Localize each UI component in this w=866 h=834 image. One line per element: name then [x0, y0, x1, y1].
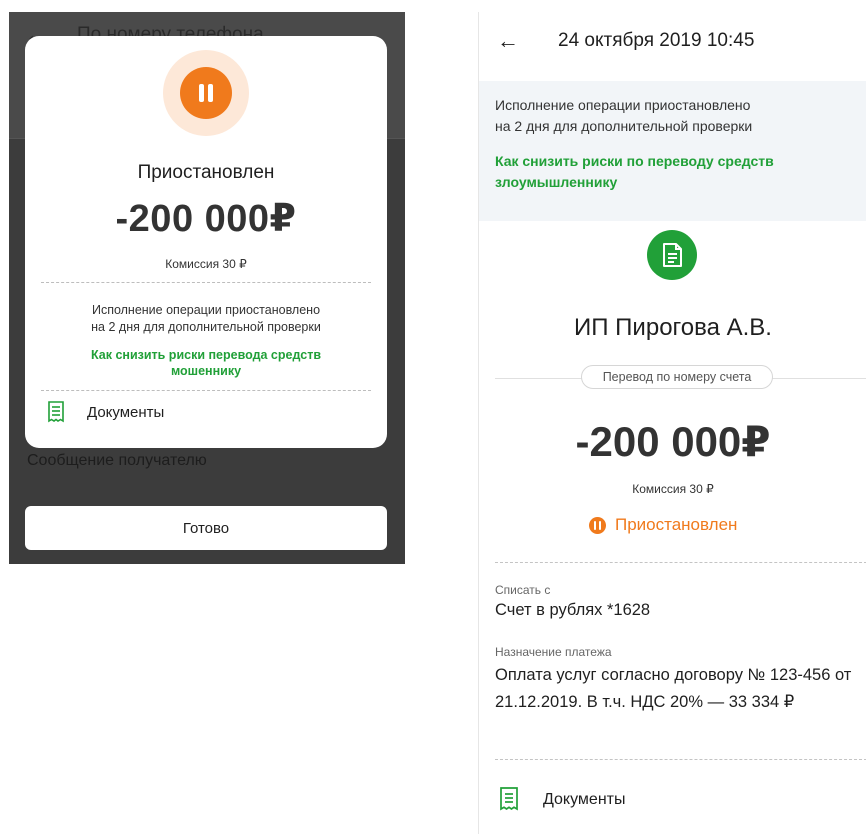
banner-line1: Исполнение операции приостановлено: [495, 97, 751, 113]
documents-link[interactable]: Документы: [87, 404, 164, 421]
risk-link-line1[interactable]: Как снизить риски по переводу средств: [495, 151, 774, 172]
document-icon[interactable]: [47, 401, 65, 428]
back-arrow-icon[interactable]: ←: [497, 28, 519, 54]
divider: [41, 282, 371, 283]
purpose-label: Назначение платежа: [495, 645, 612, 659]
done-button[interactable]: Готово: [25, 506, 387, 550]
risk-link[interactable]: Как снизить риски перевода средств мошен…: [25, 347, 387, 379]
purpose-value: Оплата услуг согласно договору № 123-456…: [495, 666, 852, 711]
risk-link-line1[interactable]: Как снизить риски перевода средств: [25, 347, 387, 363]
banner-text: Исполнение операции приостановлено на 2 …: [495, 95, 752, 137]
document-icon: [647, 230, 697, 280]
suspended-dialog-screen: ← По номеру телефона Сообщение получател…: [9, 12, 405, 564]
pause-icon: [589, 517, 606, 534]
pause-icon: [180, 67, 232, 119]
modal-info-line1: Исполнение операции приостановлено: [91, 303, 321, 317]
modal-status: Приостановлен: [137, 162, 275, 183]
transfer-type-chip: Перевод по номеру счета: [581, 365, 773, 389]
amount: -200 000₽: [575, 418, 771, 465]
risk-link-line2[interactable]: злоумышленнику: [495, 172, 774, 193]
debit-value: Счет в рублях *1628: [495, 601, 651, 619]
risk-link[interactable]: Как снизить риски по переводу средств зл…: [495, 151, 774, 193]
modal-fee: Комиссия 30 ₽: [165, 257, 247, 271]
divider: [41, 390, 371, 391]
status-modal: Приостановлен -200 000₽ Комиссия 30 ₽ Ис…: [25, 36, 387, 448]
banner-line2: на 2 дня для дополнительной проверки: [495, 118, 753, 134]
modal-info: Исполнение операции приостановлено на 2 …: [25, 302, 387, 336]
modal-info-line2: на 2 дня для дополнительной проверки: [91, 320, 321, 334]
debit-label: Списать с: [495, 583, 551, 597]
risk-link-line2[interactable]: мошеннику: [25, 363, 387, 379]
page-title: 24 октября 2019 10:45: [558, 30, 755, 51]
background-message-label: Сообщение получателю: [27, 452, 207, 469]
recipient-name: ИП Пирогова А.В.: [574, 314, 772, 341]
operation-details-screen: ← 24 октября 2019 10:45 Исполнение опера…: [478, 12, 866, 834]
documents-link[interactable]: Документы: [543, 791, 625, 809]
modal-amount: -200 000₽: [115, 198, 297, 240]
suspension-banner: Исполнение операции приостановлено на 2 …: [479, 81, 866, 221]
pause-badge: [163, 50, 249, 136]
status-text: Приостановлен: [615, 515, 738, 534]
divider: [495, 562, 866, 563]
divider: [495, 759, 866, 760]
receipt-icon[interactable]: [499, 787, 519, 816]
fee: Комиссия 30 ₽: [632, 482, 714, 496]
